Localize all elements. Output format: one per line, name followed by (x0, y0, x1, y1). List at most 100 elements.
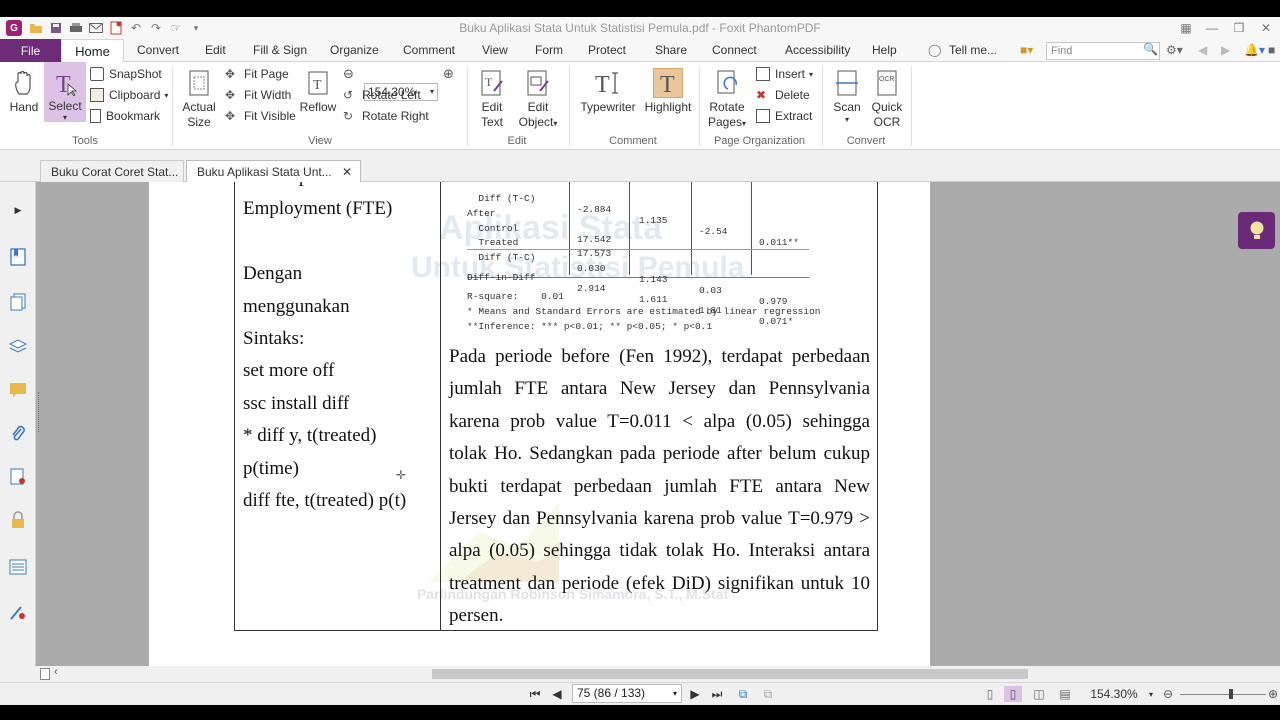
previous-page-icon[interactable]: ◀ (549, 686, 565, 702)
restore-button[interactable]: ❐ (1225, 17, 1253, 39)
tab-fill-sign[interactable]: Fill & Sign (253, 43, 307, 57)
scroll-split-icon[interactable] (40, 668, 50, 680)
typewriter-button[interactable]: T Typewriter (576, 68, 640, 115)
zoom-level-dropdown-icon[interactable]: ▾ (1146, 686, 1156, 702)
accessibility-panel-icon[interactable] (8, 602, 28, 622)
collapse-ribbon-icon[interactable]: ■ (1268, 43, 1275, 57)
ribbon-options-icon[interactable]: ▦ (1172, 17, 1200, 39)
rotate-pages-button[interactable]: Rotate Pages▾ (704, 68, 750, 131)
actual-size-button[interactable]: Actual Size (180, 68, 218, 130)
tab-protect[interactable]: Protect (588, 43, 626, 57)
continuous-facing-view-icon[interactable]: ▤ (1056, 686, 1074, 702)
save-icon[interactable] (46, 20, 66, 36)
continuous-view-icon[interactable]: ▯ (1004, 686, 1022, 702)
horizontal-scrollbar[interactable]: ‹ (36, 666, 1280, 682)
find-options-icon[interactable]: ■▾ (1020, 43, 1033, 57)
layers-panel-icon[interactable] (8, 337, 28, 357)
doc-tab-active[interactable]: Buku Aplikasi Stata Unt... ✕ (186, 160, 361, 182)
rotate-right-button[interactable]: ↻ Rotate Right (343, 107, 429, 125)
clipboard-button[interactable]: Clipboard ▾ (90, 86, 168, 104)
select-button[interactable]: T Select ▾ (44, 62, 86, 122)
zoom-level[interactable]: 154.30% (1086, 686, 1142, 702)
tab-connect[interactable]: Connect (712, 43, 757, 57)
tab-organize[interactable]: Organize (330, 43, 379, 57)
scroll-left-arrow-icon[interactable]: ‹ (54, 666, 58, 678)
facing-view-icon[interactable]: ◫ (1030, 686, 1048, 702)
search-icon[interactable]: 🔍 (1143, 42, 1158, 56)
next-page-icon[interactable]: ▶ (687, 686, 703, 702)
email-icon[interactable] (86, 20, 106, 36)
first-page-icon[interactable]: ⏮ (527, 686, 543, 702)
edit-text-button[interactable]: T Edit Text (472, 68, 512, 130)
minimize-button[interactable]: — (1198, 17, 1226, 39)
tab-form[interactable]: Form (535, 43, 563, 57)
insert-button[interactable]: Insert ▾ (756, 65, 813, 83)
pages-panel-icon[interactable] (8, 292, 28, 312)
new-pdf-icon[interactable] (106, 20, 126, 36)
tab-edit[interactable]: Edit (205, 43, 226, 57)
snapshot-button[interactable]: SnapShot (90, 65, 162, 83)
expand-panel-icon[interactable]: ▶ (8, 200, 28, 220)
previous-result-icon[interactable]: ◀ (1198, 43, 1207, 57)
pdf-page[interactable]: Aplikasi Stata Untuk Statistisi Pemula P… (149, 182, 930, 666)
settings-gear-icon[interactable]: ⚙▾ (1166, 43, 1183, 57)
bookmarks-panel-icon[interactable] (8, 247, 28, 267)
zoom-in-icon[interactable]: ⊕ (443, 65, 454, 83)
close-tab-icon[interactable]: ✕ (342, 165, 352, 179)
edit-object-button[interactable]: Edit Object▾ (514, 68, 562, 131)
hand-tool-quick-icon[interactable]: ☞ (166, 20, 186, 36)
zoom-out-icon[interactable]: ⊖ (343, 65, 354, 83)
close-button[interactable]: ✕ (1252, 17, 1280, 39)
zoom-slider-handle[interactable] (1229, 689, 1233, 699)
rotate-left-button[interactable]: ↺ Rotate Left (343, 86, 421, 104)
document-viewport[interactable]: Aplikasi Stata Untuk Statistisi Pemula P… (36, 182, 1280, 666)
next-view-icon[interactable]: ⧉ (759, 686, 777, 702)
content-panel-icon[interactable] (8, 557, 28, 577)
undo-icon[interactable]: ↶ (126, 20, 146, 36)
comments-panel-icon[interactable] (8, 380, 28, 400)
security-lock-icon[interactable] (8, 510, 28, 530)
next-result-icon[interactable]: ▶ (1221, 43, 1230, 57)
fit-visible-button[interactable]: ✥ Fit Visible (225, 107, 296, 125)
redo-icon[interactable]: ↷ (146, 20, 166, 36)
tab-comment[interactable]: Comment (403, 43, 455, 57)
print-icon[interactable] (66, 20, 86, 36)
zoom-slider-track[interactable] (1180, 694, 1266, 695)
svg-text:T: T (595, 72, 610, 96)
foxit-logo[interactable]: G (6, 20, 22, 36)
attachments-panel-icon[interactable] (8, 424, 28, 444)
tab-view[interactable]: View (482, 43, 508, 57)
page-number-input[interactable]: 75 (86 / 133) ▾ (572, 684, 682, 703)
doc-tab-inactive[interactable]: Buku Corat Coret Stat... (40, 160, 184, 182)
customize-quick-access-icon[interactable]: ▾ (186, 20, 206, 36)
tab-file[interactable]: File (0, 39, 61, 62)
lightbulb-icon[interactable]: ◯ (928, 43, 941, 57)
tab-share[interactable]: Share (655, 43, 687, 57)
signatures-panel-icon[interactable] (8, 467, 28, 487)
open-icon[interactable] (26, 20, 46, 36)
panel-resize-handle[interactable] (38, 392, 41, 432)
notification-bell-icon[interactable]: 🔔▾ (1244, 43, 1265, 57)
tab-home[interactable]: Home (61, 39, 124, 63)
zoom-in-status-icon[interactable]: ⊕ (1266, 686, 1280, 702)
fit-page-button[interactable]: ✥ Fit Page (225, 65, 289, 83)
reflow-button[interactable]: T Reflow (298, 68, 338, 115)
delete-button[interactable]: ✖ Delete (756, 86, 810, 104)
tab-help[interactable]: Help (872, 43, 897, 57)
tab-accessibility[interactable]: Accessibility (785, 43, 850, 57)
highlight-button[interactable]: T Highlight (642, 68, 694, 115)
quick-ocr-button[interactable]: OCR Quick OCR (868, 68, 906, 130)
last-page-icon[interactable]: ⏭ (709, 686, 725, 702)
previous-view-icon[interactable]: ⧉ (734, 686, 752, 702)
scrollbar-thumb[interactable] (432, 669, 1028, 679)
extract-button[interactable]: Extract (756, 107, 812, 125)
scan-button[interactable]: Scan ▾ (829, 68, 865, 125)
fit-width-button[interactable]: ✥ Fit Width (225, 86, 291, 104)
tell-me[interactable]: Tell me... (949, 43, 997, 57)
single-page-view-icon[interactable]: ▯ (982, 686, 998, 702)
zoom-out-status-icon[interactable]: ⊖ (1160, 686, 1176, 702)
tab-convert[interactable]: Convert (137, 43, 179, 57)
bookmark-button[interactable]: Bookmark (90, 107, 160, 125)
help-lightbulb-button[interactable] (1238, 212, 1275, 249)
hand-button[interactable]: Hand (7, 68, 41, 115)
